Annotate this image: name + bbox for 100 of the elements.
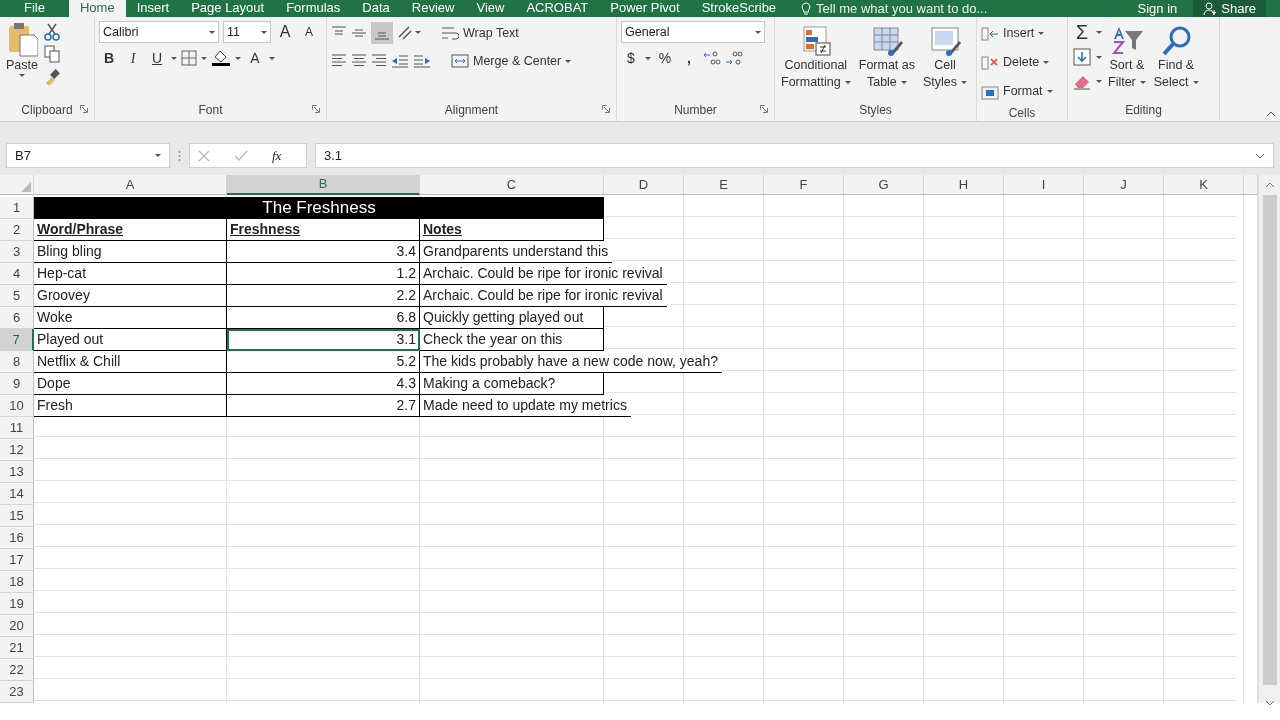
fill-down-icon[interactable] <box>1072 47 1092 67</box>
table-cell[interactable]: Woke <box>34 307 227 329</box>
column-header[interactable]: K <box>1164 175 1244 195</box>
ribbon-tab[interactable]: Review <box>400 0 466 17</box>
share-button[interactable]: Share <box>1193 0 1266 17</box>
font-size-field[interactable]: 11 <box>223 21 271 43</box>
cells-button[interactable]: Insert <box>981 21 1053 46</box>
comma-button[interactable]: , <box>679 47 699 69</box>
decrease-indent-icon[interactable] <box>391 53 409 69</box>
table-cell[interactable]: Hep-cat <box>34 263 227 285</box>
autosum-button[interactable]: Σ <box>1072 21 1092 43</box>
table-cell[interactable]: 1.2 <box>227 263 420 285</box>
name-box[interactable]: B7 <box>6 143 170 168</box>
row-header[interactable]: 9 <box>0 373 34 395</box>
row-header[interactable]: 7 <box>0 329 34 351</box>
row-header[interactable]: 21 <box>0 637 34 659</box>
fill-color-icon[interactable] <box>211 49 231 67</box>
ribbon-tab[interactable]: Formulas <box>275 0 352 17</box>
ribbon-tab[interactable]: StrokeScribe <box>690 0 788 17</box>
table-cell[interactable]: Groovey <box>34 285 227 307</box>
brush-icon[interactable] <box>44 67 60 85</box>
currency-button[interactable]: $ <box>621 47 641 69</box>
table-cell[interactable]: Made need to update my metrics <box>420 395 631 417</box>
column-header[interactable]: C <box>420 175 604 195</box>
dialog-launcher-icon[interactable] <box>602 105 610 113</box>
align-right-icon[interactable] <box>371 53 387 69</box>
increase-indent-icon[interactable] <box>413 53 431 69</box>
collapse-ribbon-icon[interactable] <box>1266 111 1276 117</box>
style-button[interactable]: Format as Table <box>856 25 917 101</box>
table-cell[interactable]: The kids probably have a new code now, yeah? <box>420 351 722 373</box>
underline-button[interactable]: U <box>147 47 167 69</box>
table-cell[interactable]: Played out <box>34 329 227 351</box>
row-header[interactable]: 12 <box>0 439 34 461</box>
shrink-font-button[interactable]: A <box>299 21 319 43</box>
font-field[interactable]: Calibri <box>99 21 219 43</box>
center-icon[interactable] <box>351 53 367 69</box>
ribbon-tab[interactable]: ACROBAT <box>515 0 600 17</box>
table-cell[interactable]: 3.1 <box>227 329 420 351</box>
column-header[interactable]: G <box>844 175 924 195</box>
caret-icon[interactable] <box>1096 55 1102 59</box>
style-button[interactable]: Conditional Formatting <box>779 25 853 101</box>
row-header[interactable]: 23 <box>0 681 34 703</box>
ribbon-tab[interactable]: Insert <box>125 0 181 17</box>
table-cell[interactable]: Dope <box>34 373 227 395</box>
table-cell[interactable]: Fresh <box>34 395 227 417</box>
paste-button[interactable]: Paste <box>4 21 40 101</box>
caret-icon[interactable] <box>201 56 207 60</box>
caret-icon[interactable] <box>269 56 275 60</box>
row-header[interactable]: 5 <box>0 285 34 307</box>
column-header[interactable]: I <box>1004 175 1084 195</box>
row-header[interactable]: 16 <box>0 527 34 549</box>
table-cell[interactable]: Check the year on this <box>420 329 604 351</box>
table-cell[interactable]: Quickly getting played out <box>420 307 604 329</box>
ribbon-tab[interactable]: File <box>0 0 69 17</box>
search-field[interactable]: Tell me what you want to do... <box>816 0 988 19</box>
ribbon-tab[interactable]: Home <box>68 0 126 17</box>
grow-font-button[interactable]: A <box>275 21 295 43</box>
caret-icon[interactable] <box>235 56 241 60</box>
copy-icon[interactable] <box>44 45 60 63</box>
column-header[interactable]: A <box>34 175 227 195</box>
align-left-icon[interactable] <box>331 53 347 69</box>
table-cell[interactable]: 4.3 <box>227 373 420 395</box>
column-header[interactable]: F <box>764 175 844 195</box>
row-header[interactable]: 8 <box>0 351 34 373</box>
table-cell[interactable]: Grandparents understand this <box>420 241 612 263</box>
percent-button[interactable]: % <box>655 47 675 69</box>
row-header[interactable]: 17 <box>0 549 34 571</box>
cells-button[interactable]: Delete <box>981 50 1053 75</box>
bold-button[interactable]: B <box>99 47 119 69</box>
row-header[interactable]: 6 <box>0 307 34 329</box>
column-header[interactable]: B <box>227 175 420 195</box>
ribbon-tab[interactable]: View <box>465 0 516 17</box>
table-cell[interactable]: 2.7 <box>227 395 420 417</box>
table-cell[interactable]: 2.2 <box>227 285 420 307</box>
caret-icon[interactable] <box>645 56 651 60</box>
decrease-decimal-icon[interactable] <box>725 50 743 66</box>
column-header[interactable]: J <box>1084 175 1164 195</box>
borders-icon[interactable] <box>181 50 197 66</box>
scissors-icon[interactable] <box>44 23 60 41</box>
table-cell[interactable]: 3.4 <box>227 241 420 263</box>
font-color-button[interactable]: A <box>245 47 265 69</box>
insert-function-button[interactable]: fx <box>272 145 282 166</box>
dialog-launcher-icon[interactable] <box>80 105 88 113</box>
table-cell[interactable]: Netflix & Chill <box>34 351 227 373</box>
dialog-launcher-icon[interactable] <box>312 105 320 113</box>
row-header[interactable]: 13 <box>0 461 34 483</box>
row-header[interactable]: 15 <box>0 505 34 527</box>
table-cell[interactable]: Making a comeback? <box>420 373 604 395</box>
caret-icon[interactable] <box>171 56 177 60</box>
increase-decimal-icon[interactable] <box>703 50 721 66</box>
formula-field[interactable]: 3.1 <box>315 143 1274 168</box>
table-cell[interactable]: 6.8 <box>227 307 420 329</box>
dialog-launcher-icon[interactable] <box>760 105 768 113</box>
italic-button[interactable]: I <box>123 47 143 69</box>
checkmark-icon[interactable] <box>234 149 248 162</box>
cells-button[interactable]: Format <box>981 79 1053 104</box>
sign-in-link[interactable]: Sign in <box>1137 0 1178 19</box>
row-header[interactable]: 18 <box>0 571 34 593</box>
table-cell[interactable]: 5.2 <box>227 351 420 373</box>
row-header[interactable]: 3 <box>0 241 34 263</box>
